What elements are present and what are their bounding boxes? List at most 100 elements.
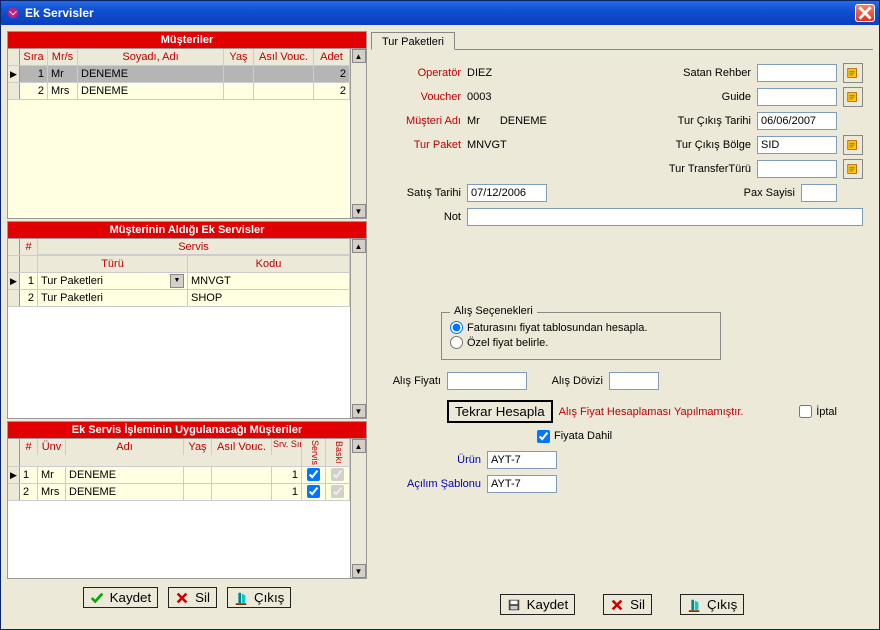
col-servis[interactable]: Servis: [302, 439, 326, 466]
lbl-operator: Operatör: [381, 67, 461, 79]
alisdoviz-input[interactable]: [609, 372, 659, 390]
customer-row[interactable]: 2 Mrs DENEME 2: [8, 83, 366, 100]
sil-button[interactable]: Sil: [168, 587, 217, 608]
scroll-up-icon[interactable]: ▲: [352, 49, 366, 63]
servis-checkbox[interactable]: [307, 468, 320, 481]
iptal-checkbox[interactable]: [799, 405, 812, 418]
val-voucher: 0003: [467, 91, 491, 103]
customers-scrollbar[interactable]: ▲ ▼: [350, 49, 366, 218]
lbl-guide: Guide: [651, 91, 751, 103]
acilim-input[interactable]: [487, 475, 557, 493]
services-header: Müşterinin Aldığı Ek Servisler: [7, 221, 367, 239]
col-sira[interactable]: Sıra: [20, 49, 48, 65]
dropdown-icon[interactable]: ▼: [170, 274, 184, 288]
sil-button-right[interactable]: Sil: [603, 594, 652, 615]
turtransfer-input[interactable]: [757, 160, 837, 178]
scroll-down-icon[interactable]: ▼: [352, 404, 366, 418]
fiyatadahil-checkbox[interactable]: [537, 430, 550, 443]
scroll-down-icon[interactable]: ▼: [352, 204, 366, 218]
col-name[interactable]: Soyadı, Adı: [78, 49, 224, 65]
form-area: Operatör DIEZ Satan Rehber Voucher 0003 …: [371, 56, 873, 586]
baski-checkbox[interactable]: [331, 485, 344, 498]
col-srv[interactable]: Srv. Sıra: [272, 439, 302, 466]
row-indicator-icon: ▶: [8, 273, 20, 289]
kaydet-button-right[interactable]: Kaydet: [500, 594, 576, 615]
col-baski[interactable]: Baskı: [326, 439, 350, 466]
close-button[interactable]: [855, 4, 875, 22]
turcikbol-input[interactable]: [757, 136, 837, 154]
window-title: Ek Servisler: [25, 6, 855, 20]
servis-checkbox[interactable]: [307, 485, 320, 498]
customer-row[interactable]: ▶ 1 Mr DENEME 2: [8, 66, 366, 83]
services-grid[interactable]: # Servis Türü Kodu ▶ 1 Tur Paketleri: [7, 239, 367, 419]
col-mrs[interactable]: Mr/s: [48, 49, 78, 65]
col-kodu[interactable]: Kodu: [188, 256, 350, 272]
radio-fatura[interactable]: [450, 321, 463, 334]
apply-scrollbar[interactable]: ▲ ▼: [350, 439, 366, 578]
lbl-turpaket: Tur Paket: [381, 139, 461, 151]
scroll-up-icon[interactable]: ▲: [352, 239, 366, 253]
main-window: Ek Servisler Müşteriler Sıra Mr/s Soyadı…: [0, 0, 880, 630]
lookup-transfer-button[interactable]: [843, 159, 863, 179]
col-asil[interactable]: Asıl Vouc.: [254, 49, 314, 65]
lookup-bolge-button[interactable]: [843, 135, 863, 155]
lbl-not: Not: [381, 211, 461, 223]
lbl-alisfiyat: Alış Fiyatı: [381, 375, 441, 387]
row-indicator-icon: ▶: [8, 467, 20, 483]
satis-input[interactable]: [467, 184, 547, 202]
col-turu[interactable]: Türü: [38, 256, 188, 272]
col-unv[interactable]: Ünv: [38, 439, 66, 455]
lbl-urun: Ürün: [381, 454, 481, 466]
lbl-turciktar: Tur Çıkış Tarihi: [651, 115, 751, 127]
lookup-guide-button[interactable]: [843, 87, 863, 107]
apply-row[interactable]: ▶ 1 Mr DENEME 1: [8, 467, 366, 484]
pax-input[interactable]: [801, 184, 837, 202]
tab-tur-paketleri[interactable]: Tur Paketleri: [371, 32, 455, 50]
apply-header: Ek Servis İşleminin Uygulanacağı Müşteri…: [7, 421, 367, 439]
service-row[interactable]: 2 Tur Paketleri SHOP: [8, 290, 366, 307]
col-num[interactable]: #: [20, 439, 38, 455]
apply-row[interactable]: 2 Mrs DENEME 1: [8, 484, 366, 501]
tekrar-hesapla-button[interactable]: Tekrar Hesapla: [447, 400, 553, 423]
col-yas[interactable]: Yaş: [184, 439, 212, 455]
val-operator: DIEZ: [467, 67, 492, 79]
val-musteri: DENEME: [500, 115, 547, 127]
urun-input[interactable]: [487, 451, 557, 469]
alisfiyat-input[interactable]: [447, 372, 527, 390]
cikis-button[interactable]: Çıkış: [227, 587, 291, 608]
kaydet-button[interactable]: Kaydet: [83, 587, 159, 608]
alis-group: Alış Seçenekleri Faturasını fiyat tablos…: [441, 312, 721, 360]
customers-header: Müşteriler: [7, 31, 367, 49]
lbl-turtransfer: Tur TransferTürü: [651, 163, 751, 175]
lookup-satan-button[interactable]: [843, 63, 863, 83]
cikis-button-right[interactable]: Çıkış: [680, 594, 744, 615]
satan-input[interactable]: [757, 64, 837, 82]
col-servis[interactable]: Servis: [38, 239, 350, 255]
scroll-up-icon[interactable]: ▲: [352, 439, 366, 453]
col-num[interactable]: #: [20, 239, 38, 255]
right-button-row: Kaydet Sil Çıkış: [371, 586, 873, 623]
titlebar: Ek Servisler: [1, 1, 879, 25]
app-icon: [5, 5, 21, 21]
tab-strip: Tur Paketleri: [371, 31, 873, 50]
val-turpaket: MNVGT: [467, 139, 507, 151]
not-input[interactable]: [467, 208, 863, 226]
left-button-row: Kaydet Sil Çıkış: [7, 579, 367, 616]
lbl-acilim: Açılım Şablonu: [381, 478, 481, 490]
right-column: Tur Paketleri Operatör DIEZ Satan Rehber…: [371, 31, 873, 623]
apply-grid[interactable]: # Ünv Adı Yaş Asıl Vouc. Srv. Sıra Servi…: [7, 439, 367, 579]
turciktar-input[interactable]: [757, 112, 837, 130]
col-asil[interactable]: Asıl Vouc.: [212, 439, 272, 455]
customers-grid[interactable]: Sıra Mr/s Soyadı, Adı Yaş Asıl Vouc. Ade…: [7, 49, 367, 219]
radio-ozel[interactable]: [450, 336, 463, 349]
guide-input[interactable]: [757, 88, 837, 106]
services-scrollbar[interactable]: ▲ ▼: [350, 239, 366, 418]
col-adet[interactable]: Adet: [314, 49, 350, 65]
service-row[interactable]: ▶ 1 Tur Paketleri ▼ MNVGT: [8, 273, 366, 290]
baski-checkbox[interactable]: [331, 468, 344, 481]
alis-group-title: Alış Seçenekleri: [450, 305, 537, 317]
col-yas[interactable]: Yaş: [224, 49, 254, 65]
col-adi[interactable]: Adı: [66, 439, 184, 455]
scroll-down-icon[interactable]: ▼: [352, 564, 366, 578]
left-column: Müşteriler Sıra Mr/s Soyadı, Adı Yaş Ası…: [7, 31, 367, 623]
